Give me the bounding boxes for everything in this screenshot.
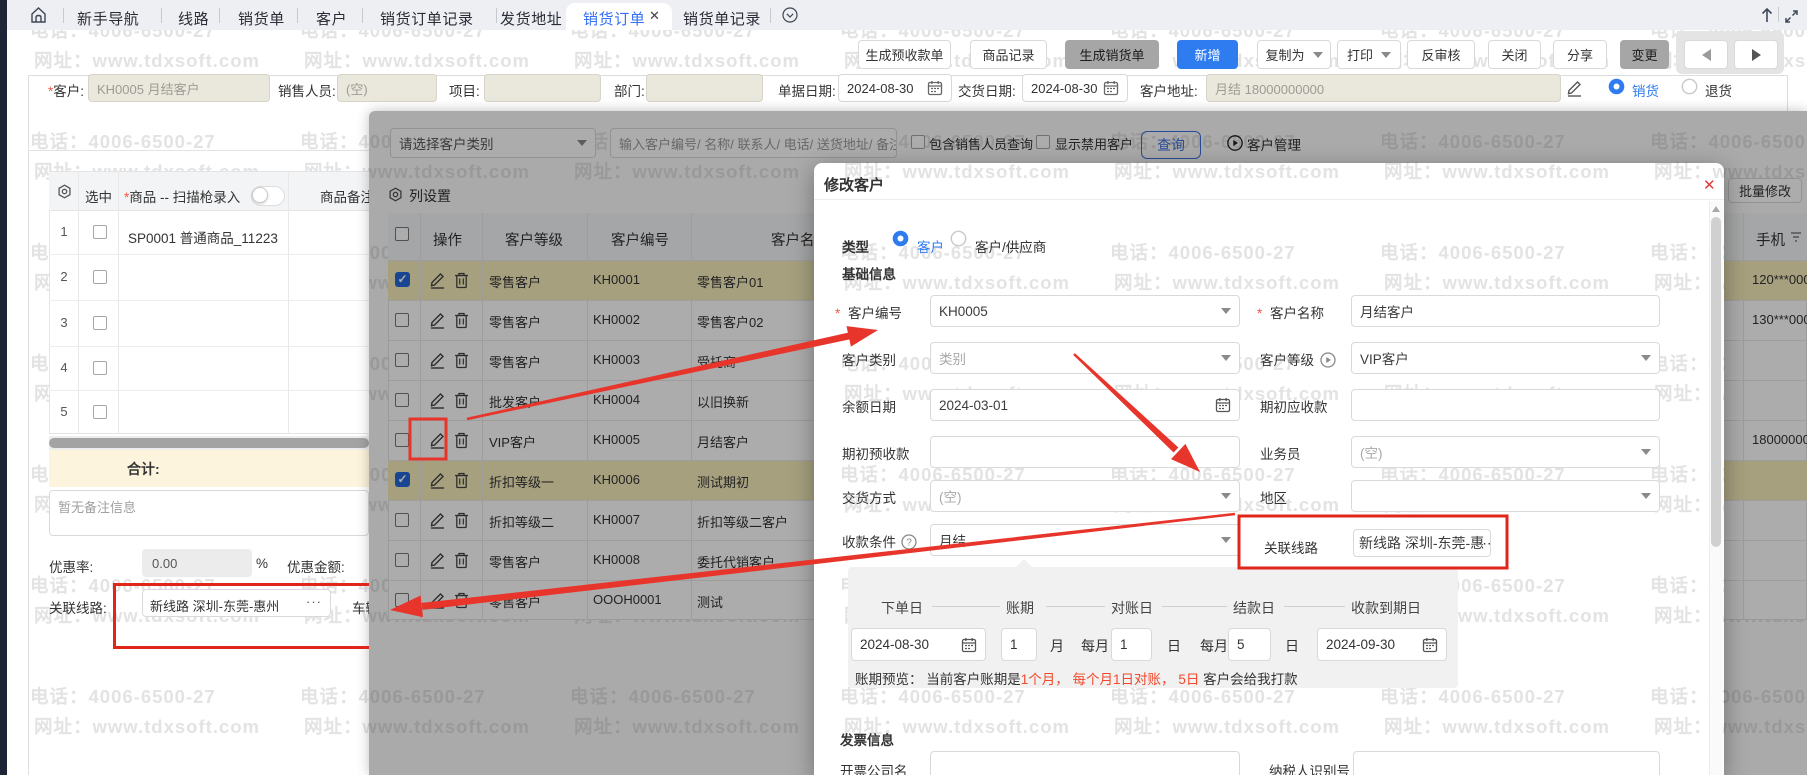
svg-text:?: ?	[906, 538, 912, 549]
